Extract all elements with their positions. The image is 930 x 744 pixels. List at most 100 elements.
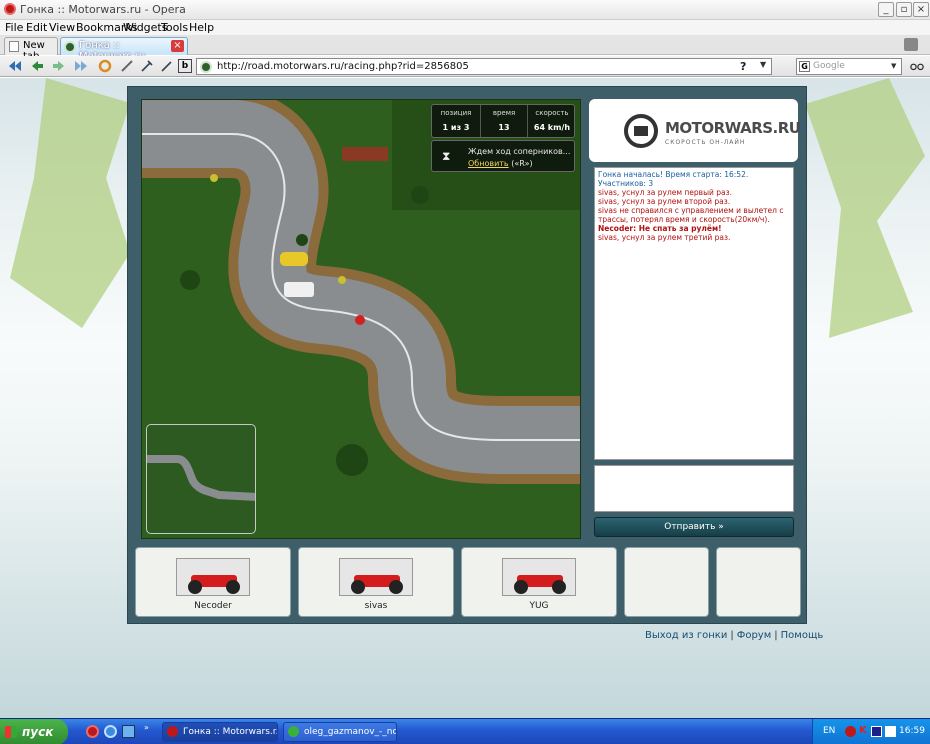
kart-image xyxy=(502,558,576,596)
brand-name: MOTORWARS.RU xyxy=(665,119,801,137)
page-icon xyxy=(9,41,19,52)
fast-forward-icon[interactable] xyxy=(74,59,88,73)
player-name: Necoder xyxy=(194,601,232,611)
chat-input[interactable] xyxy=(594,465,794,512)
menu-view[interactable]: View xyxy=(49,21,75,34)
kart-image xyxy=(176,558,250,596)
hud-speed: скорость 64 km/h xyxy=(533,109,571,132)
menu-bar: File Edit View Bookmarks Widgets Tools H… xyxy=(0,20,930,35)
refresh-link[interactable]: Обновить xyxy=(468,159,509,168)
title-bar: Гонка :: Motorwars.ru - Opera _ ▫ × xyxy=(0,0,930,20)
address-bar[interactable]: http://road.motorwars.ru/racing.php?rid=… xyxy=(196,58,772,75)
chat-message: sivas не справился с управлением и вылет… xyxy=(598,206,784,224)
site-icon xyxy=(64,41,76,53)
menu-help[interactable]: Help xyxy=(189,21,214,34)
menu-edit[interactable]: Edit xyxy=(26,21,47,34)
menu-tools[interactable]: Tools xyxy=(161,21,188,34)
waiting-text: Ждем ход соперников... xyxy=(468,147,571,156)
hud-time: время 13 xyxy=(480,105,528,137)
task-opera[interactable]: Гонка :: Motorwars.r... xyxy=(162,722,278,742)
help-link[interactable]: Помощь xyxy=(781,630,824,641)
chevron-down-icon[interactable]: ▼ xyxy=(760,60,770,73)
address-url: http://road.motorwars.ru/racing.php?rid=… xyxy=(217,61,469,72)
footer-links: Выход из гонки | Форум | Помощь xyxy=(645,630,824,641)
back-icon[interactable] xyxy=(30,59,44,73)
trash-icon[interactable] xyxy=(904,38,918,51)
waiting-panel: ⧗ Ждем ход соперников... Обновить («R») xyxy=(431,140,575,172)
desktop-icon[interactable] xyxy=(122,725,135,738)
empty-player-slot xyxy=(716,547,801,617)
task-winamp[interactable]: oleg_gazmanov_-_no... xyxy=(283,722,397,742)
wand-icon[interactable] xyxy=(140,59,154,73)
ie-icon[interactable] xyxy=(104,725,117,738)
chevron-right-icon[interactable]: » xyxy=(144,723,149,732)
google-icon: G xyxy=(799,61,810,72)
maximize-button[interactable]: ▫ xyxy=(896,2,912,17)
chat-message: sivas, уснул за рулем первый раз. xyxy=(598,188,733,197)
tab-motorwars[interactable]: Гонка :: Motorwars.ru × xyxy=(60,37,188,62)
chat-message: Necoder: Не спать за рулём! xyxy=(598,224,722,233)
bookmark-icon[interactable]: b xyxy=(178,59,192,73)
opera-icon xyxy=(4,3,16,15)
player-slot: Necoder xyxy=(135,547,291,617)
hourglass-icon: ⧗ xyxy=(442,149,451,163)
reload-icon[interactable] xyxy=(98,59,112,73)
refresh-row: Обновить («R») xyxy=(468,159,533,168)
opera-icon[interactable] xyxy=(86,725,99,738)
player-icon xyxy=(288,726,299,737)
leaf-decoration-left xyxy=(10,78,130,328)
game-frame: позиция 1 из 3 время 13 скорость 64 km/h… xyxy=(127,86,807,624)
chat-message: Гонка началась! Время старта: 16:52. Уча… xyxy=(598,170,749,188)
search-input[interactable]: G Google ▼ xyxy=(796,58,902,75)
chat-log: Гонка началась! Время старта: 16:52. Уча… xyxy=(594,167,794,460)
help-icon[interactable]: ? xyxy=(740,60,754,73)
start-button[interactable]: пуск xyxy=(0,719,68,744)
system-tray: EN K 16:59 xyxy=(812,719,930,744)
leaf-decoration-right xyxy=(805,78,925,338)
language-indicator[interactable]: EN xyxy=(823,726,835,736)
glasses-icon[interactable] xyxy=(910,59,924,73)
menu-file[interactable]: File xyxy=(5,21,23,34)
kaspersky-icon[interactable]: K xyxy=(859,725,867,736)
kart-image xyxy=(339,558,413,596)
brand-tagline: СКОРОСТЬ ОН-ЛАЙН xyxy=(665,139,746,146)
opera-tray-icon[interactable] xyxy=(845,726,856,737)
rewind-icon[interactable] xyxy=(8,59,22,73)
hud-position: позиция 1 из 3 xyxy=(440,109,472,132)
media-icon[interactable] xyxy=(871,726,882,737)
race-hud: позиция 1 из 3 время 13 скорость 64 km/h xyxy=(431,104,575,138)
nav-toolbar: b http://road.motorwars.ru/racing.php?ri… xyxy=(0,56,930,77)
player-slot: sivas xyxy=(298,547,454,617)
taskbar: пуск » Гонка :: Motorwars.r... oleg_gazm… xyxy=(0,718,930,744)
logo-panel: MOTORWARS.RU СКОРОСТЬ ОН-ЛАЙН xyxy=(589,99,801,162)
chat-message: sivas, уснул за рулем третий раз. xyxy=(598,233,731,242)
minimap xyxy=(146,424,256,534)
forum-link[interactable]: Форум xyxy=(737,630,772,641)
player-name: YUG xyxy=(529,601,549,611)
player-name: sivas xyxy=(364,601,388,611)
page-content: позиция 1 из 3 время 13 скорость 64 km/h… xyxy=(0,78,930,718)
tab-bar: New tab Гонка :: Motorwars.ru × xyxy=(0,35,930,62)
site-icon xyxy=(200,61,212,73)
search-placeholder: Google xyxy=(813,61,845,71)
race-track[interactable]: позиция 1 из 3 время 13 скорость 64 km/h… xyxy=(141,99,581,539)
empty-player-slot xyxy=(624,547,709,617)
clock: 16:59 xyxy=(899,726,925,736)
send-button[interactable]: Отправить » xyxy=(594,517,794,537)
exit-race-link[interactable]: Выход из гонки xyxy=(645,630,727,641)
windows-logo-icon xyxy=(5,726,17,738)
forward-icon[interactable] xyxy=(52,59,66,73)
chevron-down-icon[interactable]: ▼ xyxy=(891,62,896,70)
chat-message: sivas, уснул за рулем второй раз. xyxy=(598,197,731,206)
tab-new-tab[interactable]: New tab xyxy=(4,37,58,62)
opera-icon xyxy=(167,726,178,737)
side-panel: MOTORWARS.RU СКОРОСТЬ ОН-ЛАЙН Гонка нача… xyxy=(589,99,801,539)
refresh-key: («R») xyxy=(511,159,533,168)
network-icon[interactable] xyxy=(885,726,896,737)
close-tab-icon[interactable]: × xyxy=(171,40,184,52)
edit-icon[interactable] xyxy=(120,59,134,73)
pen-icon[interactable] xyxy=(160,59,174,73)
close-window-button[interactable]: × xyxy=(913,2,929,17)
minimize-button[interactable]: _ xyxy=(878,2,894,17)
window-title: Гонка :: Motorwars.ru - Opera xyxy=(20,3,186,16)
